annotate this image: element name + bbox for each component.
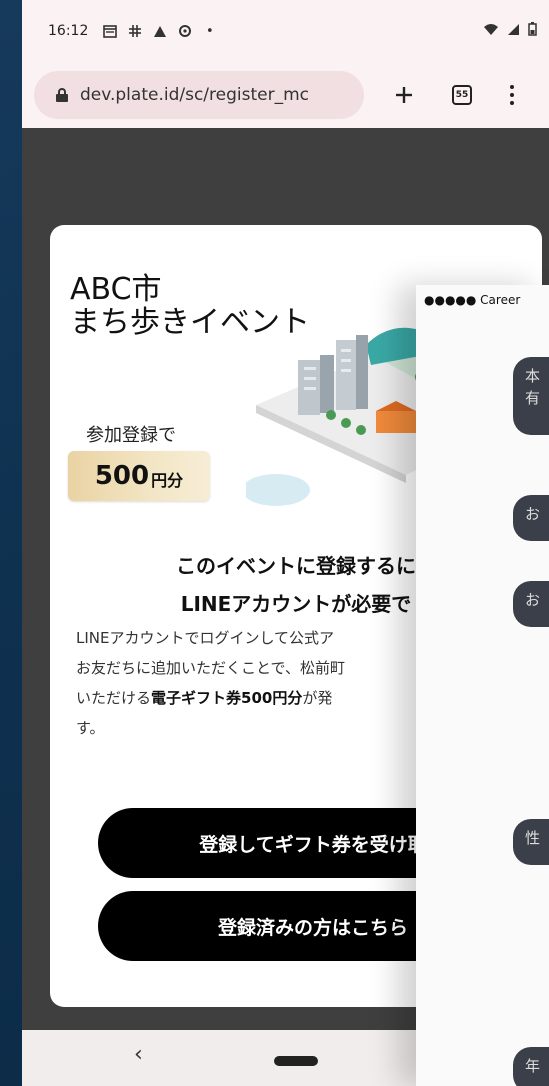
chat-bubble: 本 有 xyxy=(513,357,549,435)
gift-amount-number: 500 xyxy=(94,461,150,491)
back-icon[interactable]: ‹ xyxy=(134,1042,143,1067)
wifi-icon xyxy=(483,23,499,40)
status-bar: 16:12 • xyxy=(22,0,549,62)
chat-bubble: お xyxy=(513,581,549,627)
chat-bubble: お xyxy=(513,495,549,541)
warning-icon xyxy=(152,25,167,38)
gift-highlight: 電子ギフト券500円分 xyxy=(151,689,303,707)
chat-bubble: 年 xyxy=(513,1047,549,1086)
chat-bubble: 性 xyxy=(513,819,549,865)
lock-icon xyxy=(56,88,68,102)
sync-icon xyxy=(177,25,192,38)
document-icon xyxy=(102,24,117,38)
tab-count: 55 xyxy=(452,85,472,105)
plus-icon xyxy=(396,87,412,103)
dot: • xyxy=(206,23,214,39)
overlay-status: ●●●●● Career xyxy=(424,293,521,307)
url-text: dev.plate.id/sc/register_mc xyxy=(80,85,309,105)
home-pill[interactable] xyxy=(274,1056,318,1066)
signal-icon xyxy=(507,23,520,40)
gift-amount-unit: 円分 xyxy=(151,471,184,490)
more-vert-icon xyxy=(510,85,514,105)
chat-screenshot-overlay: ●●●●● Career 本 有 お お 性 年 xyxy=(416,285,549,1086)
clock: 16:12 xyxy=(48,23,89,39)
tab-switcher-button[interactable]: 55 xyxy=(440,73,484,117)
new-tab-button[interactable] xyxy=(382,73,426,117)
description-line3-b: が発 xyxy=(302,689,333,707)
battery-icon xyxy=(528,22,537,40)
description-line3-a: いただける xyxy=(76,689,152,707)
browser-toolbar: dev.plate.id/sc/register_mc 55 xyxy=(22,62,549,128)
menu-button[interactable] xyxy=(490,73,534,117)
grid-icon xyxy=(127,25,142,38)
address-bar[interactable]: dev.plate.id/sc/register_mc xyxy=(34,71,364,119)
register-label: 参加登録で xyxy=(86,425,176,446)
gift-amount-badge: 500 円分 xyxy=(68,451,210,501)
